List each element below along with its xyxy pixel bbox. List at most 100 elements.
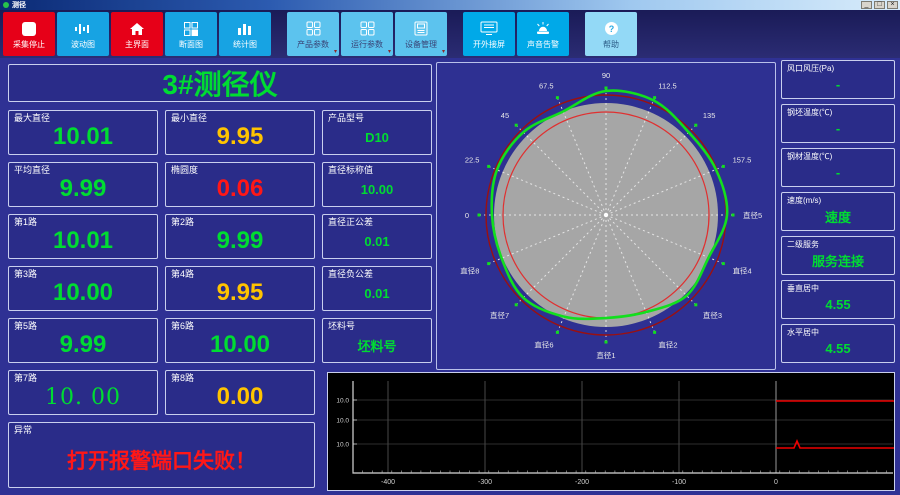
metric-label: 第8路 bbox=[171, 373, 195, 383]
polar-spoke-label: 直径4 bbox=[733, 265, 752, 275]
metric-avg-diameter: 平均直径 9.99 bbox=[8, 162, 158, 207]
metric-path-4: 第4路 9.95 bbox=[165, 266, 315, 311]
svg-text:?: ? bbox=[608, 24, 614, 34]
metric-nominal-diameter: 直径标称值 10.00 bbox=[322, 162, 432, 207]
metric-product-model: 产品型号 D10 bbox=[322, 110, 432, 155]
metric-max-diameter: 最大直径 10.01 bbox=[8, 110, 158, 155]
toolbar-button-external-screen[interactable]: 开外接屏 bbox=[463, 12, 515, 56]
polar-spoke-label: 0 bbox=[465, 211, 469, 220]
metric-path-1: 第1路 10.01 bbox=[8, 214, 158, 259]
home-icon bbox=[129, 20, 145, 38]
toolbar-button-run-params[interactable]: 运行参数 ▾ bbox=[341, 12, 393, 56]
window-title: 测径 bbox=[12, 1, 26, 9]
stop-icon bbox=[21, 20, 37, 38]
toolbar-button-main-screen[interactable]: 主界面 bbox=[111, 12, 163, 56]
polar-spoke-label: 直径6 bbox=[534, 340, 553, 350]
toolbar-button-section-chart[interactable]: 断面图 bbox=[165, 12, 217, 56]
trend-x-tick-label: -400 bbox=[381, 479, 395, 486]
info-label: 钢材温度(℃) bbox=[787, 152, 833, 161]
trend-x-tick-label: -200 bbox=[575, 479, 589, 486]
trend-y-tick-label: 10.0 bbox=[336, 442, 349, 449]
metric-label: 直径正公差 bbox=[328, 217, 374, 227]
info-label: 风口风压(Pa) bbox=[787, 64, 835, 73]
metric-path-2: 第2路 9.99 bbox=[165, 214, 315, 259]
toolbar-button-sound-alarm[interactable]: 声音告警 bbox=[517, 12, 569, 56]
siren-icon bbox=[535, 20, 551, 38]
metric-path-8: 第8路 0.00 bbox=[165, 370, 315, 415]
screen-icon bbox=[480, 20, 498, 38]
window-controls: _ □ × bbox=[861, 1, 898, 9]
metric-label: 第5路 bbox=[14, 321, 38, 331]
minimize-button[interactable]: _ bbox=[861, 1, 872, 9]
app-icon bbox=[3, 2, 9, 8]
info-vertical-centering: 垂直居中 4.55 bbox=[781, 280, 895, 319]
trend-x-tick-label: -100 bbox=[672, 479, 686, 486]
metric-ovality: 椭圆度 0.06 bbox=[165, 162, 315, 207]
metric-label: 直径负公差 bbox=[328, 269, 374, 279]
metric-label: 最小直径 bbox=[171, 113, 208, 123]
info-billet-temperature: 钢坯温度(℃) - bbox=[781, 104, 895, 143]
info-label: 钢坯温度(℃) bbox=[787, 108, 833, 117]
polar-spoke-label: 直径5 bbox=[743, 210, 762, 220]
toolbar-button-statistics-chart[interactable]: 统计图 bbox=[219, 12, 271, 56]
right-panel: 风口风压(Pa) - 钢坯温度(℃) - 钢材温度(℃) - 速度(m/s) 速度 二级服务 服务… bbox=[781, 60, 895, 363]
metric-label: 第2路 bbox=[171, 217, 195, 227]
app-window: 测径 _ □ × 采集停止 波动图 主界面 断面图 统计图 产品参数 ▾ 运行参数 ▾ 设备管理 ▾ 开外… bbox=[0, 0, 900, 495]
polar-chart-panel: 直径5 157.5 135 112.5 90 67.5 45 22.5 0 直径8 直径7 直径6 直径… bbox=[436, 62, 776, 370]
trend-chart-panel: -400 -300 -200 -100 0 10.0 10.0 10.0 bbox=[327, 372, 895, 491]
metric-label: 第7路 bbox=[14, 373, 38, 383]
device-icon bbox=[414, 20, 428, 38]
trend-x-tick-label: 0 bbox=[774, 479, 778, 486]
trend-chart: -400 -300 -200 -100 0 10.0 10.0 10.0 bbox=[328, 373, 894, 490]
metric-alarm: 异常 打开报警端口失败！ bbox=[8, 422, 315, 488]
metric-label: 平均直径 bbox=[14, 165, 51, 175]
info-label: 二级服务 bbox=[787, 240, 819, 249]
metric-plus-tolerance: 直径正公差 0.01 bbox=[322, 214, 432, 259]
info-tuyere-pressure: 风口风压(Pa) - bbox=[781, 60, 895, 99]
dropdown-arrow-icon: ▾ bbox=[333, 49, 337, 55]
polar-spoke-label: 直径2 bbox=[658, 340, 677, 350]
polar-spoke-label: 45 bbox=[501, 111, 509, 120]
info-label: 水平居中 bbox=[787, 328, 819, 337]
gauge-title: 3#测径仪 bbox=[8, 64, 432, 102]
polar-spoke-label: 112.5 bbox=[658, 81, 676, 90]
metric-label: 最大直径 bbox=[14, 113, 51, 123]
toolbar-button-device-management[interactable]: 设备管理 ▾ bbox=[395, 12, 447, 56]
metric-billet-number: 坯料号 坯料号 bbox=[322, 318, 432, 363]
metric-label: 产品型号 bbox=[328, 113, 365, 123]
trend-x-tick-label: -300 bbox=[478, 479, 492, 486]
polar-spoke-label: 直径8 bbox=[460, 265, 479, 275]
polar-spoke-label: 直径3 bbox=[703, 310, 722, 320]
info-label: 速度(m/s) bbox=[787, 196, 822, 205]
dropdown-arrow-icon: ▾ bbox=[387, 49, 391, 55]
toolbar-button-help[interactable]: ? 帮助 bbox=[585, 12, 637, 56]
polar-spoke-label: 直径1 bbox=[596, 350, 615, 360]
dropdown-arrow-icon: ▾ bbox=[441, 49, 445, 55]
trend-y-tick-label: 10.0 bbox=[336, 398, 349, 405]
maximize-button[interactable]: □ bbox=[874, 1, 885, 9]
metric-label: 坯料号 bbox=[328, 321, 356, 331]
metric-path-6: 第6路 10.00 bbox=[165, 318, 315, 363]
toolbar-button-fluctuation-chart[interactable]: 波动图 bbox=[57, 12, 109, 56]
toolbar-button-product-params[interactable]: 产品参数 ▾ bbox=[287, 12, 339, 56]
metric-path-5: 第5路 9.99 bbox=[8, 318, 158, 363]
info-steel-temperature: 钢材温度(℃) - bbox=[781, 148, 895, 187]
metric-value: 打开报警端口失败！ bbox=[67, 449, 256, 473]
metric-label: 第4路 bbox=[171, 269, 195, 279]
polar-spoke-label: 90 bbox=[602, 71, 610, 80]
trend-y-tick-label: 10.0 bbox=[336, 418, 349, 425]
polar-spoke-label: 22.5 bbox=[465, 156, 480, 165]
polar-spoke-label: 157.5 bbox=[733, 156, 752, 165]
metric-label: 直径标称值 bbox=[328, 165, 374, 175]
info-speed: 速度(m/s) 速度 bbox=[781, 192, 895, 231]
metric-label: 第3路 bbox=[14, 269, 38, 279]
info-horizontal-centering: 水平居中 4.55 bbox=[781, 324, 895, 363]
waveform-icon bbox=[74, 20, 92, 38]
metric-label: 椭圆度 bbox=[171, 165, 199, 175]
close-button[interactable]: × bbox=[887, 1, 898, 9]
polar-spoke-label: 直径7 bbox=[490, 310, 509, 320]
polar-spoke-label: 67.5 bbox=[539, 81, 554, 90]
metric-label: 第1路 bbox=[14, 217, 38, 227]
metric-path-7: 第7路 10. 00 bbox=[8, 370, 158, 415]
toolbar-button-stop-acquisition[interactable]: 采集停止 bbox=[3, 12, 55, 56]
